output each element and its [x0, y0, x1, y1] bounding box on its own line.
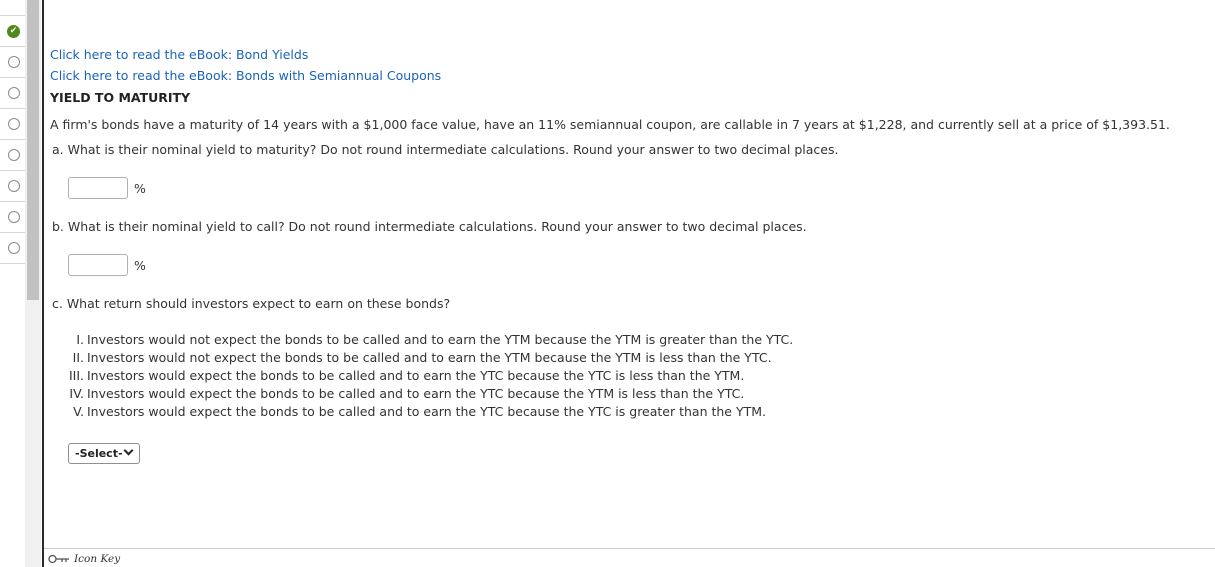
nav-item-top	[0, 0, 25, 16]
ebook-link-semiannual-coupons[interactable]: Click here to read the eBook: Bonds with…	[50, 68, 441, 83]
circle-icon	[8, 149, 20, 161]
ytm-percent-unit: %	[134, 181, 146, 196]
question-stem: A firm's bonds have a maturity of 14 yea…	[50, 117, 1170, 132]
ytc-percent-unit: %	[134, 258, 146, 273]
question-title: YIELD TO MATURITY	[50, 90, 191, 105]
option-number: III.	[68, 368, 84, 383]
scrollbar[interactable]	[25, 0, 41, 567]
part-b-prompt: b. What is their nominal yield to call? …	[52, 219, 807, 234]
question-navigator: ✔	[0, 0, 25, 567]
nav-item-1[interactable]: ✔	[0, 16, 25, 47]
nav-item-4[interactable]	[0, 109, 25, 140]
select-label: -Select-	[75, 447, 123, 460]
option-number: IV.	[69, 386, 84, 401]
circle-icon	[8, 56, 20, 68]
part-c-prompt: c. What return should investors expect t…	[52, 296, 451, 311]
icon-key-label: Icon Key	[74, 553, 121, 565]
panel-divider	[42, 0, 44, 567]
ytc-answer-input[interactable]	[68, 254, 128, 276]
nav-item-7[interactable]	[0, 202, 25, 233]
option-number: I.	[76, 332, 84, 347]
nav-item-2[interactable]	[0, 47, 25, 78]
scrollbar-thumb[interactable]	[27, 0, 39, 300]
ytm-answer-input[interactable]	[68, 177, 128, 199]
nav-item-8[interactable]	[0, 233, 25, 264]
chevron-down-icon	[123, 445, 134, 456]
circle-icon	[8, 87, 20, 99]
circle-icon	[8, 118, 20, 130]
circle-icon	[8, 211, 20, 223]
option-number: II.	[72, 350, 84, 365]
option-number: V.	[73, 404, 84, 419]
option-text: Investors would expect the bonds to be c…	[87, 368, 745, 383]
question-content: Click here to read the eBook: Bond Yield…	[50, 0, 1210, 540]
check-icon: ✔	[7, 25, 20, 38]
icon-key-link[interactable]: Icon Key	[48, 553, 120, 565]
circle-icon	[8, 242, 20, 254]
nav-item-3[interactable]	[0, 78, 25, 109]
nav-item-6[interactable]	[0, 171, 25, 202]
part-a-prompt: a. What is their nominal yield to maturi…	[52, 142, 839, 157]
circle-icon	[8, 180, 20, 192]
footer-divider	[44, 548, 1215, 549]
nav-item-5[interactable]	[0, 140, 25, 171]
answer-select-dropdown[interactable]: -Select-	[68, 443, 140, 464]
ebook-link-bond-yields[interactable]: Click here to read the eBook: Bond Yield…	[50, 47, 308, 62]
option-text: Investors would expect the bonds to be c…	[87, 404, 767, 419]
key-icon	[48, 554, 69, 564]
option-text: Investors would not expect the bonds to …	[87, 332, 794, 347]
option-text: Investors would expect the bonds to be c…	[87, 386, 745, 401]
option-text: Investors would not expect the bonds to …	[87, 350, 772, 365]
